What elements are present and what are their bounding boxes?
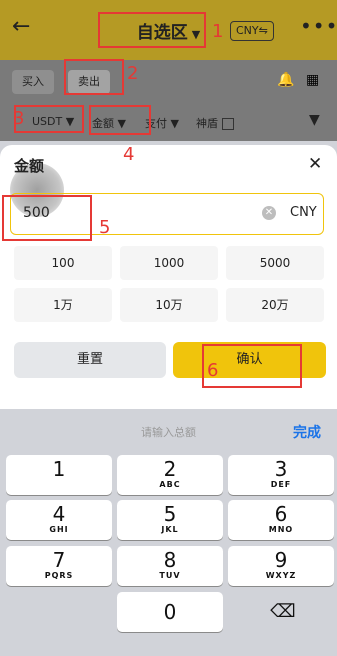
key-letters: GHI — [49, 525, 69, 534]
sheet-title: 金额 — [14, 157, 45, 175]
key-letters: TUV — [159, 571, 181, 580]
shield-label: 神盾 — [196, 117, 218, 130]
close-icon[interactable]: ✕ — [308, 154, 322, 174]
clear-icon[interactable]: ✕ — [262, 206, 276, 220]
key-digit: 7 — [52, 548, 66, 572]
filter-funnel-icon[interactable]: ▼ — [309, 112, 320, 128]
preset-10wan[interactable]: 10万 — [120, 288, 218, 322]
key-letters: DEF — [270, 480, 292, 489]
preset-20wan[interactable]: 20万 — [226, 288, 324, 322]
key-digit: 0 — [163, 600, 177, 624]
key-letters: JKL — [161, 525, 179, 534]
reset-button[interactable]: 重置 — [14, 342, 166, 378]
key-4[interactable]: 4 GHI — [6, 500, 112, 540]
annotation-number: 3 — [13, 108, 25, 129]
orders-icon[interactable]: ▦ — [306, 72, 319, 88]
preset-100[interactable]: 100 — [14, 246, 112, 280]
key-digit: 8 — [163, 548, 177, 572]
annotation-number: 4 — [123, 144, 135, 165]
preset-1wan[interactable]: 1万 — [14, 288, 112, 322]
key-1[interactable]: 1 — [6, 455, 112, 495]
key-8[interactable]: 8 TUV — [117, 546, 223, 586]
done-button[interactable]: 完成 — [293, 422, 321, 442]
key-digit: 2 — [163, 457, 177, 481]
trade-tabs: 买入 卖出 🔔 ▦ — [0, 60, 337, 105]
preset-5000[interactable]: 5000 — [226, 246, 324, 280]
key-9[interactable]: 9 WXYZ — [228, 546, 334, 586]
shield-filter[interactable]: 神盾 — [196, 115, 234, 131]
key-letters: PQRS — [44, 571, 74, 580]
key-5[interactable]: 5 JKL — [117, 500, 223, 540]
key-2[interactable]: 2 ABC — [117, 455, 223, 495]
key-letters: MNO — [268, 525, 294, 534]
annotation-number: 6 — [207, 360, 219, 381]
key-letters: ABC — [159, 480, 181, 489]
currency-switch-button[interactable]: CNY⇋ — [230, 21, 274, 41]
annotation-box-amount — [89, 105, 151, 135]
key-digit: 6 — [274, 502, 288, 526]
key-letters: WXYZ — [265, 571, 297, 580]
tab-buy[interactable]: 买入 — [12, 70, 54, 94]
annotation-box-sell — [64, 59, 124, 95]
key-6[interactable]: 6 MNO — [228, 500, 334, 540]
annotation-number: 5 — [99, 217, 111, 238]
key-digit: 9 — [274, 548, 288, 572]
annotation-number: 1 — [212, 21, 224, 42]
amount-currency: CNY — [290, 205, 317, 220]
key-3[interactable]: 3 DEF — [228, 455, 334, 495]
preset-1000[interactable]: 1000 — [120, 246, 218, 280]
key-digit: 5 — [163, 502, 177, 526]
annotation-number: 2 — [127, 63, 139, 84]
key-7[interactable]: 7 PQRS — [6, 546, 112, 586]
shield-checkbox[interactable] — [222, 118, 234, 130]
notification-icon[interactable]: 🔔 — [277, 72, 294, 88]
backspace-icon[interactable]: ⌫ — [230, 592, 336, 632]
annotation-box-input — [2, 195, 92, 241]
annotation-box-coin — [14, 105, 84, 133]
more-icon[interactable]: ••• — [300, 14, 337, 38]
keyboard-toolbar: 请输入总额 完成 — [0, 409, 337, 455]
key-digit: 1 — [52, 457, 66, 481]
key-digit: 3 — [274, 457, 288, 481]
key-0[interactable]: 0 — [117, 592, 223, 632]
annotation-box-title — [98, 12, 206, 48]
key-digit: 4 — [52, 502, 66, 526]
keyboard-placeholder: 请输入总额 — [141, 426, 196, 439]
